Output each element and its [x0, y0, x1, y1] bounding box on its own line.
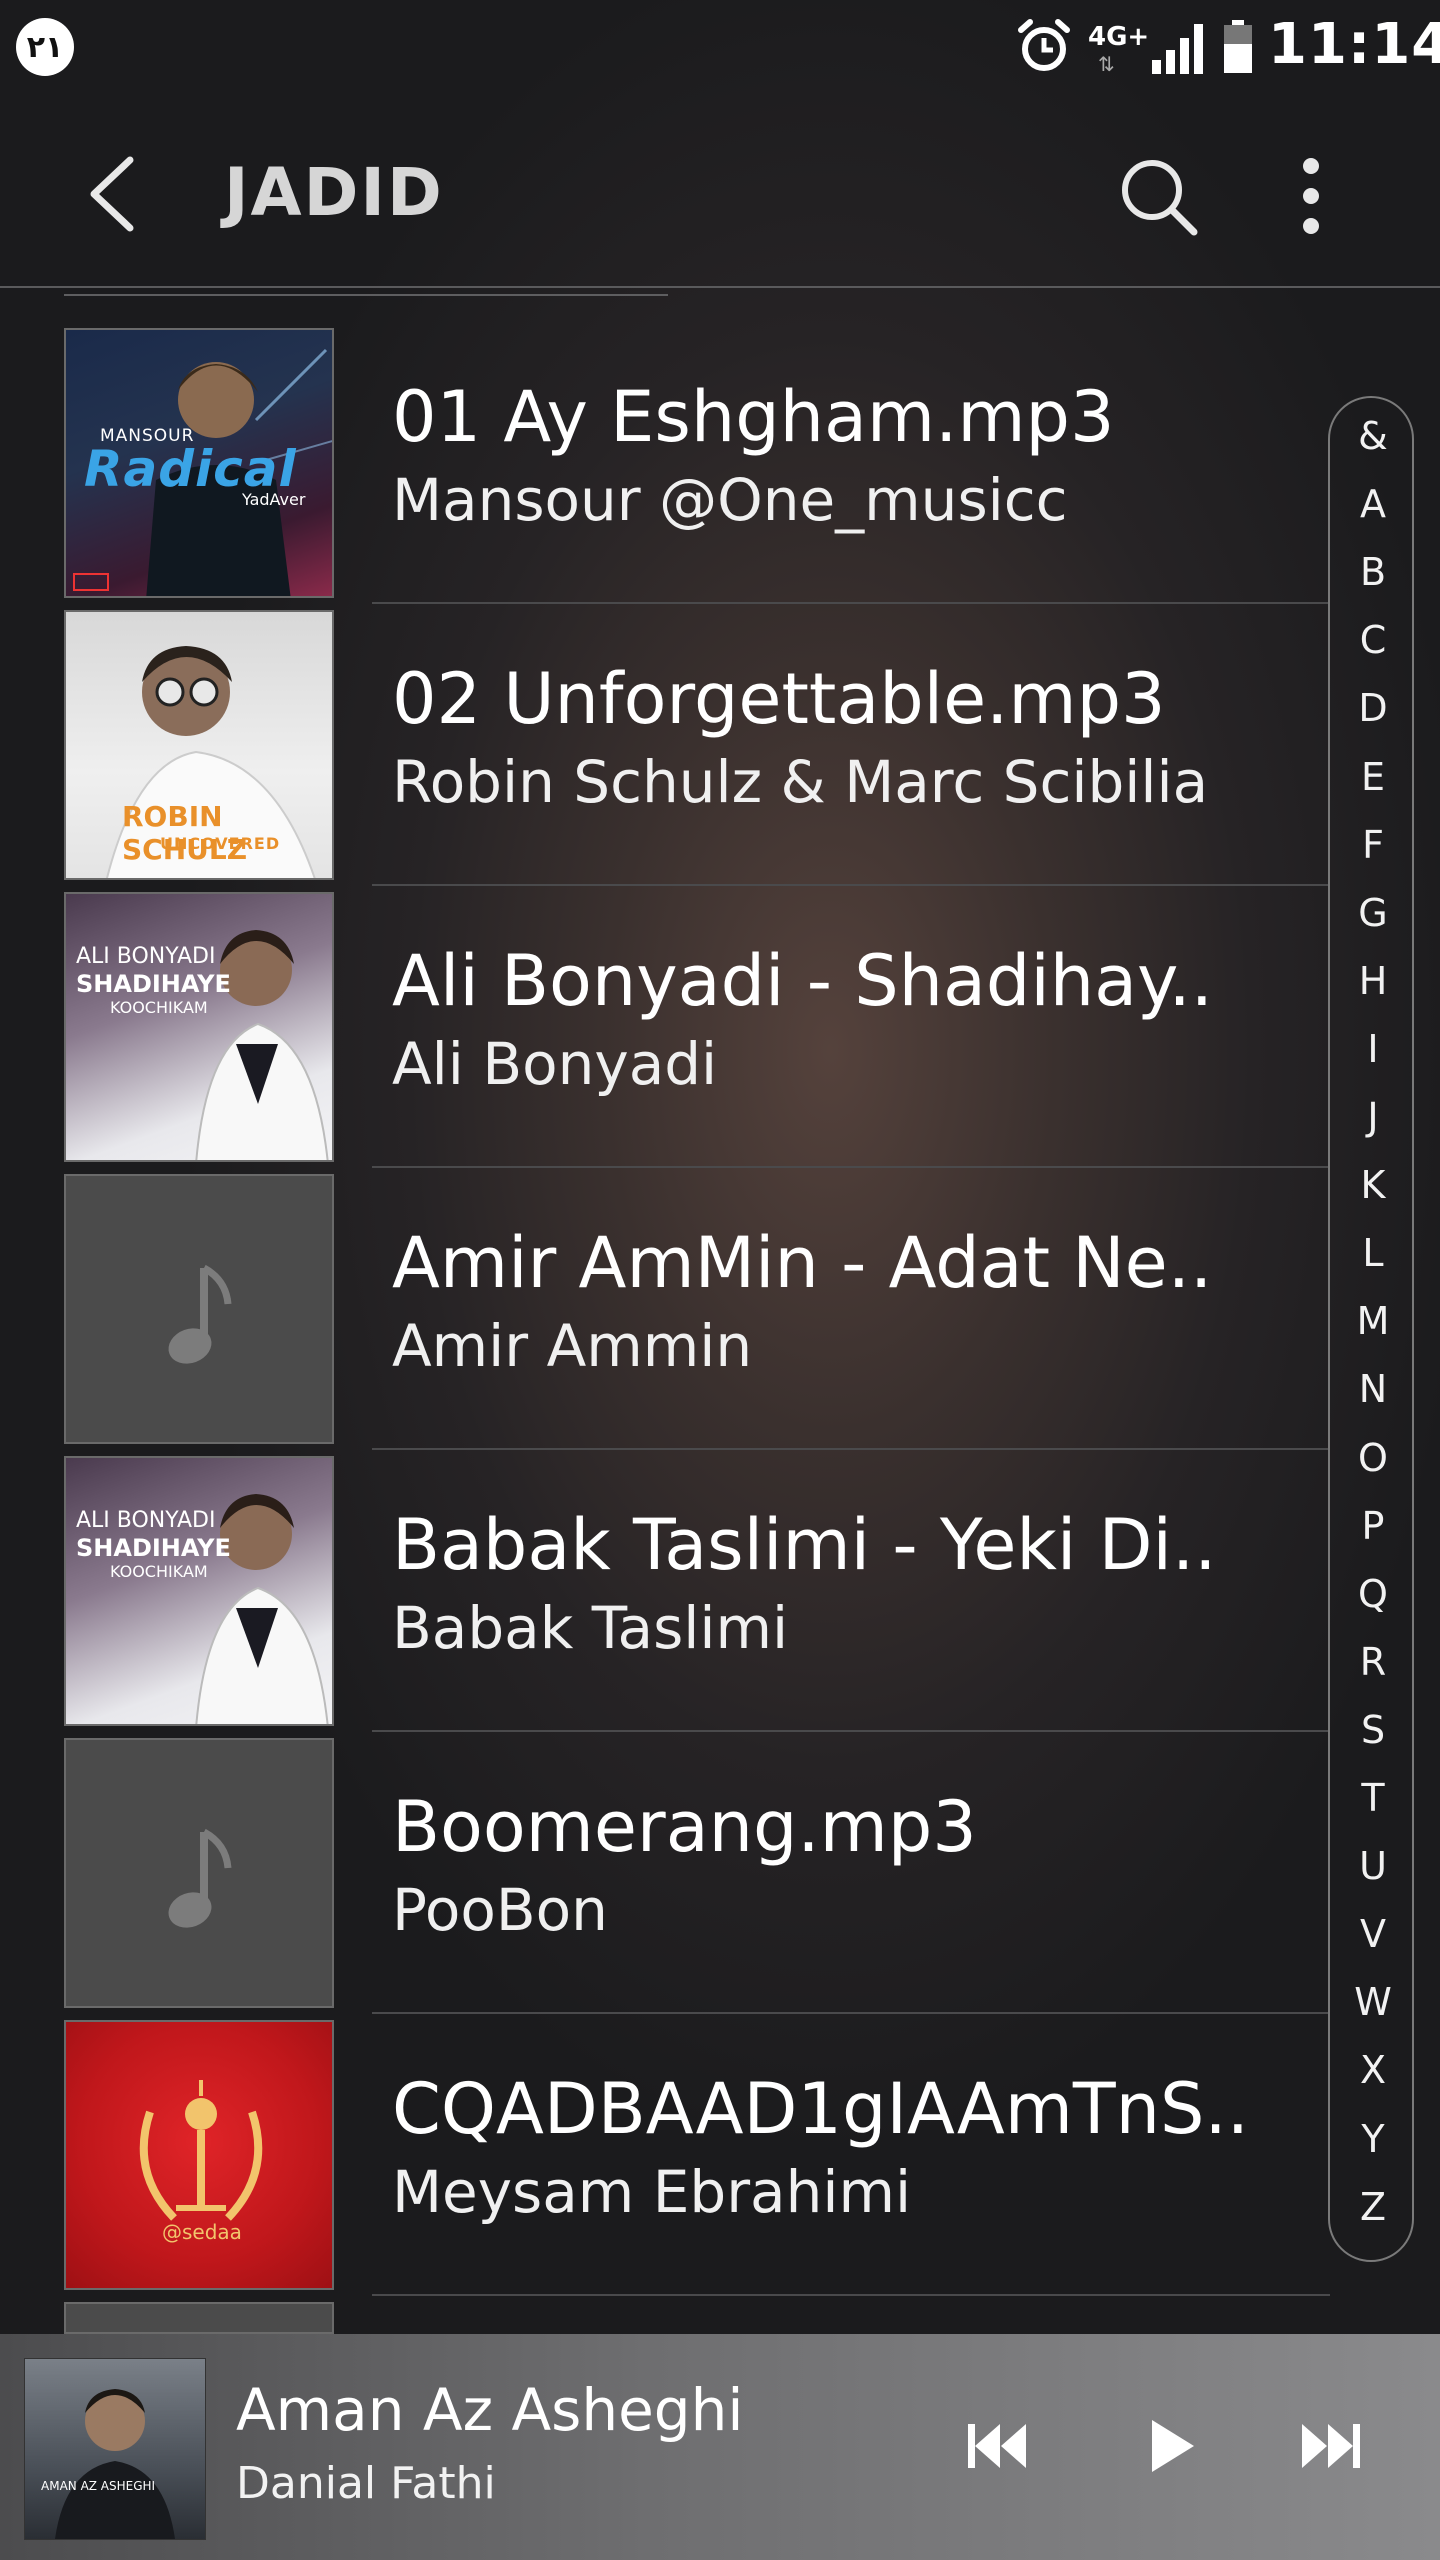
music-note-icon — [168, 1264, 232, 1364]
index-letter[interactable]: G — [1330, 891, 1416, 935]
track-row[interactable]: ALI BONYADI SHADIHAYE KOOCHIKAM Babak Ta… — [0, 1426, 1330, 1732]
index-letter[interactable]: N — [1330, 1367, 1416, 1411]
row-divider — [372, 2294, 1330, 2296]
track-title: Boomerang.mp3 — [392, 1786, 977, 1868]
track-artist: Ali Bonyadi — [392, 1030, 718, 1098]
album-art: MANSOUR Radical YadAver — [64, 328, 334, 598]
index-letter[interactable]: I — [1330, 1027, 1416, 1071]
back-arrow-icon[interactable] — [72, 154, 152, 234]
album-art-text: YadAver — [242, 490, 306, 509]
track-row[interactable]: ROBIN SCHULZ UNCOVERED 02 Unforgettable.… — [0, 580, 1330, 886]
track-artist: Mansour @One_musicc — [392, 466, 1068, 534]
clock: 11:14 — [1268, 12, 1440, 77]
index-letter[interactable]: O — [1330, 1436, 1416, 1480]
album-art-text: UNCOVERED — [160, 834, 281, 853]
page-title: JADID — [224, 154, 444, 231]
index-letter[interactable]: F — [1330, 823, 1416, 867]
index-letter[interactable]: P — [1330, 1504, 1416, 1548]
index-letter[interactable]: V — [1330, 1912, 1416, 1956]
album-art-text: AMAN AZ ASHEGHI — [41, 2479, 156, 2493]
album-art-placeholder — [64, 2302, 334, 2334]
skip-previous-icon[interactable] — [960, 2410, 1032, 2482]
album-art-text: ALI BONYADI — [76, 1508, 216, 1533]
skip-next-icon[interactable] — [1296, 2410, 1368, 2482]
track-title: CQADBAAD1gIAAmTnS.. — [392, 2068, 1249, 2150]
tab-indicator — [64, 294, 668, 296]
track-artist: PooBon — [392, 1876, 608, 1944]
album-art-placeholder — [64, 1738, 334, 2008]
now-playing-title: Aman Az Asheghi — [236, 2376, 744, 2444]
data-activity-icon: ⇅ — [1098, 52, 1115, 76]
album-art: ROBIN SCHULZ UNCOVERED — [64, 610, 334, 880]
app-bar: JADID — [0, 98, 1440, 286]
notification-count-badge: ۲۱ — [16, 18, 74, 76]
track-artist: Meysam Ebrahimi — [392, 2158, 912, 2226]
track-row[interactable]: Amir AmMin - Adat Ne.. Amir Ammin — [0, 1144, 1330, 1450]
index-letter[interactable]: Z — [1330, 2185, 1416, 2229]
mini-player[interactable]: AMAN AZ ASHEGHI Aman Az Asheghi Danial F… — [0, 2334, 1440, 2560]
index-letter[interactable]: A — [1330, 482, 1416, 526]
album-art-text: KOOCHIKAM — [110, 1562, 208, 1581]
track-title: Babak Taslimi - Yeki Di.. — [392, 1504, 1217, 1586]
track-row[interactable]: @sedaa CQADBAAD1gIAAmTnS.. Meysam Ebrahi… — [0, 1990, 1330, 2296]
track-title: Amir AmMin - Adat Ne.. — [392, 1222, 1213, 1304]
status-bar: ۲۱ 4G+ ⇅ 11:14 — [0, 0, 1440, 98]
track-artist: Robin Schulz & Marc Scibilia — [392, 748, 1209, 816]
alphabet-index-scroller[interactable]: & A B C D E F G H I J K L M N O P Q R S T U V W X Y Z — [1328, 396, 1414, 2262]
index-letter[interactable]: T — [1330, 1776, 1416, 1820]
album-art-text: @sedaa — [162, 2220, 242, 2244]
signal-strength-icon — [1152, 24, 1203, 74]
index-letter[interactable]: W — [1330, 1980, 1416, 2024]
album-art-text: KOOCHIKAM — [110, 998, 208, 1017]
index-letter[interactable]: S — [1330, 1708, 1416, 1752]
track-title: 02 Unforgettable.mp3 — [392, 658, 1166, 740]
now-playing-artist: Danial Fathi — [236, 2458, 496, 2509]
now-playing-album-art: AMAN AZ ASHEGHI — [24, 2358, 206, 2540]
index-letter[interactable]: U — [1330, 1844, 1416, 1888]
index-letter[interactable]: D — [1330, 686, 1416, 730]
track-title: 01 Ay Eshgham.mp3 — [392, 376, 1115, 458]
album-art: ALI BONYADI SHADIHAYE KOOCHIKAM — [64, 892, 334, 1162]
index-letter[interactable]: C — [1330, 618, 1416, 662]
index-letter[interactable]: B — [1330, 550, 1416, 594]
track-title: Ali Bonyadi - Shadihay.. — [392, 940, 1213, 1022]
track-artist: Amir Ammin — [392, 1312, 753, 1380]
album-art-text: ALI BONYADI — [76, 944, 216, 969]
play-icon[interactable] — [1134, 2410, 1206, 2482]
index-letter[interactable]: Y — [1330, 2117, 1416, 2161]
index-letter[interactable]: J — [1330, 1095, 1416, 1139]
index-letter[interactable]: M — [1330, 1299, 1416, 1343]
music-note-icon — [168, 1828, 232, 1928]
alarm-icon — [1018, 19, 1070, 71]
app-bar-divider — [0, 286, 1440, 288]
battery-icon — [1224, 20, 1252, 73]
index-letter[interactable]: X — [1330, 2048, 1416, 2092]
more-options-icon[interactable] — [1280, 154, 1342, 238]
index-letter[interactable]: & — [1330, 414, 1416, 458]
album-art-text: SHADIHAYE — [76, 970, 231, 998]
album-art-placeholder — [64, 1174, 334, 1444]
track-row[interactable]: Boomerang.mp3 PooBon — [0, 1708, 1330, 2014]
album-art-text: ROBIN SCHULZ — [122, 800, 248, 866]
track-artist: Babak Taslimi — [392, 1594, 789, 1662]
album-art: @sedaa — [64, 2020, 334, 2290]
album-art-text: SHADIHAYE — [76, 1534, 231, 1562]
index-letter[interactable]: H — [1330, 959, 1416, 1003]
index-letter[interactable]: R — [1330, 1640, 1416, 1684]
search-icon[interactable] — [1116, 154, 1200, 238]
album-art: ALI BONYADI SHADIHAYE KOOCHIKAM — [64, 1456, 334, 1726]
index-letter[interactable]: E — [1330, 755, 1416, 799]
index-letter[interactable]: L — [1330, 1231, 1416, 1275]
track-row[interactable]: ALI BONYADI SHADIHAYE KOOCHIKAM Ali Bony… — [0, 862, 1330, 1168]
index-letter[interactable]: K — [1330, 1163, 1416, 1207]
sedaa-logo-icon — [139, 2080, 263, 2221]
index-letter[interactable]: Q — [1330, 1572, 1416, 1616]
track-row[interactable]: MANSOUR Radical YadAver 01 Ay Eshgham.mp… — [0, 298, 1330, 604]
network-type: 4G+ — [1088, 22, 1150, 52]
